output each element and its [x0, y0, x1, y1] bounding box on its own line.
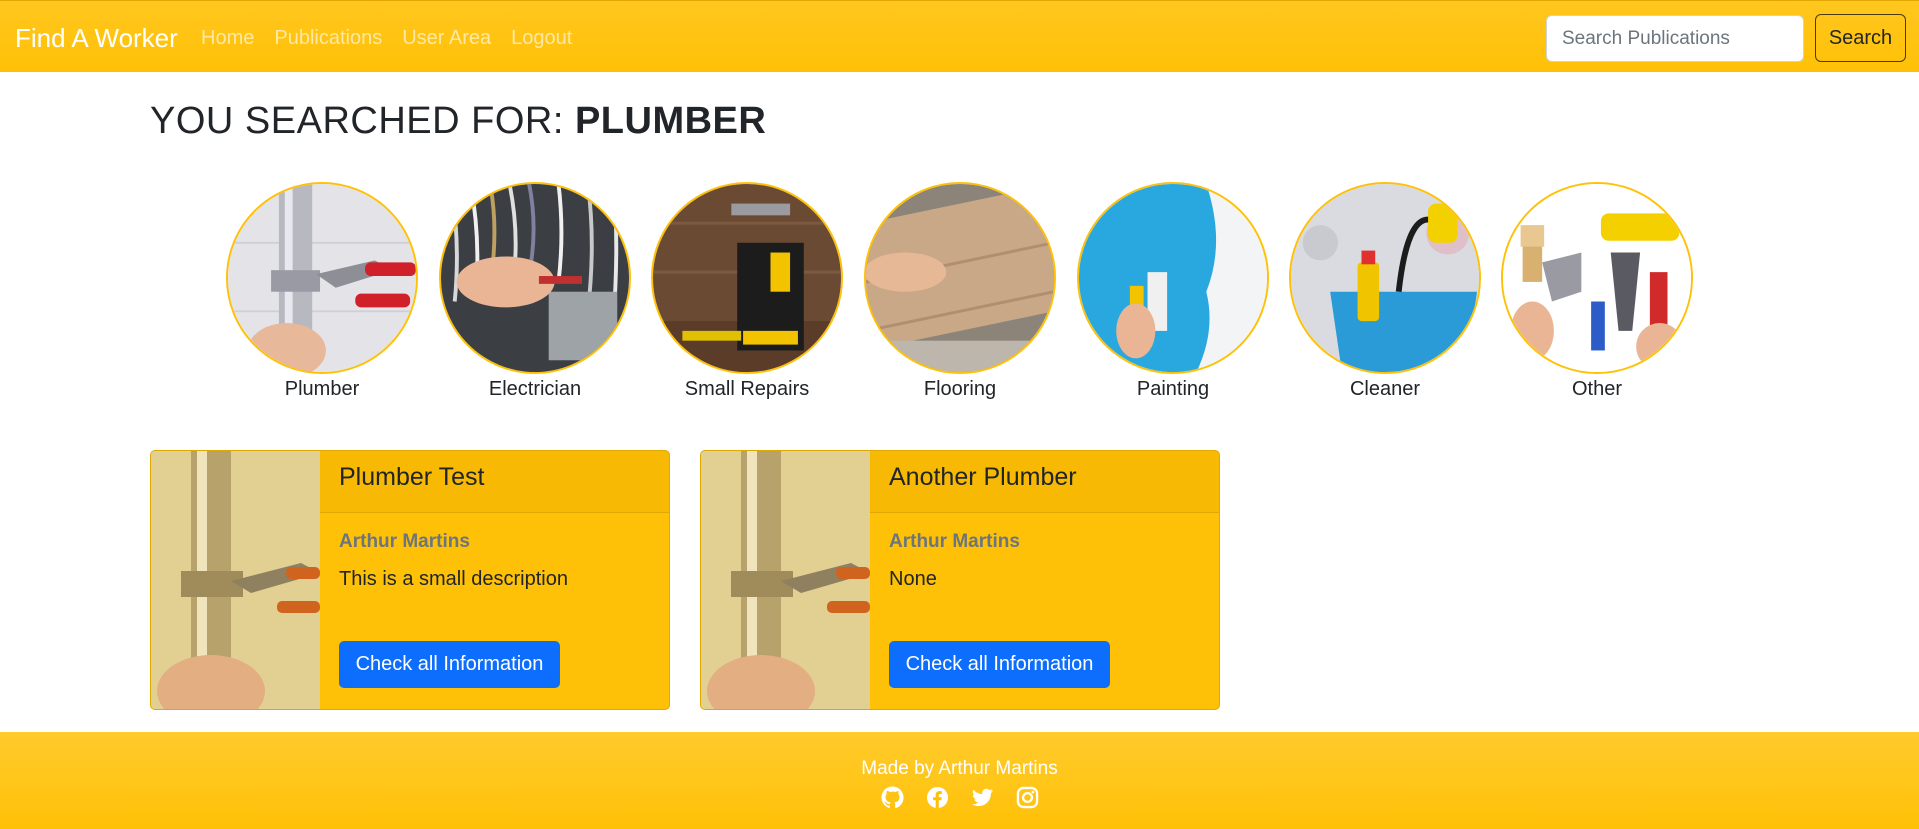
- category-label: Other: [1571, 378, 1623, 400]
- category-label: Plumber: [284, 378, 360, 400]
- category-list: Plumber Electrician Small Repairs Floori…: [0, 182, 1919, 412]
- card-title: Plumber Test: [320, 451, 669, 513]
- publication-card: Plumber Test Arthur Martins This is a sm…: [150, 450, 670, 710]
- brand-link[interactable]: Find A Worker: [15, 23, 178, 54]
- category-label: Painting: [1136, 378, 1210, 400]
- card-author: Arthur Martins: [889, 531, 1020, 552]
- category-label: Electrician: [488, 378, 582, 400]
- social-links: [0, 786, 1919, 809]
- electrician-photo: [439, 182, 631, 374]
- page-title: YOU SEARCHED FOR: PLUMBER: [150, 100, 766, 143]
- check-information-button[interactable]: Check all Information: [889, 641, 1110, 688]
- plumber-thumbnail: [151, 451, 320, 709]
- footer: Made by Arthur Martins: [0, 732, 1919, 829]
- category-label: Flooring: [923, 378, 997, 400]
- publication-card: Another Plumber Arthur Martins None Chec…: [700, 450, 1220, 710]
- search-prefix: YOU SEARCHED FOR:: [150, 100, 575, 142]
- category-flooring[interactable]: Flooring: [864, 182, 1056, 401]
- twitter-icon[interactable]: [971, 786, 994, 809]
- paint-roller-photo: [1077, 182, 1269, 374]
- cleaning-bucket-photo: [1289, 182, 1481, 374]
- category-small-repairs[interactable]: Small Repairs: [651, 182, 843, 401]
- plumber-thumbnail: [701, 451, 870, 709]
- card-description: None: [889, 568, 937, 590]
- category-label: Small Repairs: [684, 378, 810, 400]
- check-information-button[interactable]: Check all Information: [339, 641, 560, 688]
- search-input[interactable]: [1546, 15, 1804, 62]
- plumber-photo: [226, 182, 418, 374]
- nav-links: Home Publications User Area Logout: [201, 27, 572, 50]
- github-icon[interactable]: [880, 786, 904, 809]
- category-electrician[interactable]: Electrician: [439, 182, 631, 401]
- navbar: Find A Worker Home Publications User Are…: [0, 0, 1919, 72]
- search-term: PLUMBER: [574, 100, 767, 142]
- category-cleaner[interactable]: Cleaner: [1289, 182, 1481, 401]
- card-description: This is a small description: [339, 568, 568, 590]
- assorted-tools-photo: [1501, 182, 1693, 374]
- nav-link-logout[interactable]: Logout: [511, 27, 572, 50]
- nav-link-publications[interactable]: Publications: [274, 27, 382, 50]
- footer-credit: Made by Arthur Martins: [861, 758, 1058, 779]
- card-author: Arthur Martins: [339, 531, 470, 552]
- category-plumber[interactable]: Plumber: [226, 182, 418, 401]
- nav-link-home[interactable]: Home: [201, 27, 254, 50]
- facebook-icon[interactable]: [926, 786, 949, 809]
- nav-link-user-area[interactable]: User Area: [402, 27, 491, 50]
- flooring-photo: [864, 182, 1056, 374]
- category-painting[interactable]: Painting: [1077, 182, 1269, 401]
- category-other[interactable]: Other: [1501, 182, 1693, 401]
- card-title: Another Plumber: [870, 451, 1219, 513]
- toolbox-photo: [651, 182, 843, 374]
- category-label: Cleaner: [1349, 378, 1421, 400]
- instagram-icon[interactable]: [1016, 786, 1039, 809]
- search-button[interactable]: Search: [1815, 14, 1906, 62]
